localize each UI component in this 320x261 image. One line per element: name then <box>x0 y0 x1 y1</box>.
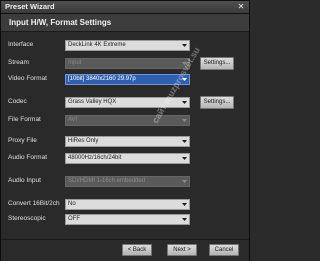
field-label: Audio Format <box>8 154 48 161</box>
window-title: Preset Wizard <box>5 2 55 11</box>
dropdown-value: [10bit] 3840x2160 29.97p <box>68 76 136 82</box>
form-row: Stream Input Settings... <box>1 57 249 71</box>
dropdown-field[interactable]: DeckLink 4K Extreme <box>65 40 190 51</box>
form-row: Codec Grass Valley HQX Settings... <box>1 96 249 110</box>
dropdown-value: No <box>68 201 76 207</box>
form-row: File Format AVI <box>1 114 249 128</box>
dropdown-field[interactable]: 48000Hz/16ch/24bit <box>65 153 190 164</box>
chevron-down-icon[interactable] <box>180 200 189 209</box>
chevron-down-icon[interactable] <box>180 116 189 125</box>
footer-bar: < Back Next > Cancel <box>1 239 249 261</box>
field-label: File Format <box>8 116 41 123</box>
field-label: Interface <box>8 41 34 48</box>
dropdown-value: HiRes Only <box>68 138 99 144</box>
dropdown-field[interactable]: HiRes Only <box>65 136 190 147</box>
next-button[interactable]: Next > <box>167 244 197 256</box>
form-row: Audio Format 48000Hz/16ch/24bit <box>1 152 249 166</box>
dropdown-field[interactable]: Grass Valley HQX <box>65 97 190 108</box>
dropdown-value: OFF <box>68 216 80 222</box>
section-header: Input H/W, Format Settings <box>1 14 249 32</box>
chevron-down-icon[interactable] <box>180 98 189 107</box>
field-label: Stream <box>8 59 29 66</box>
form-row: Convert 16Bit/2ch No <box>1 198 249 212</box>
dropdown-value: Grass Valley HQX <box>68 99 117 105</box>
form-row: Interface DeckLink 4K Extreme <box>1 39 249 53</box>
form-row: Audio Input SDI/HDMI 1-16ch embedded <box>1 175 249 189</box>
form-row: Proxy File HiRes Only <box>1 135 249 149</box>
form-row: Stereoscopic OFF <box>1 213 249 227</box>
cancel-button[interactable]: Cancel <box>209 244 239 256</box>
chevron-down-icon[interactable] <box>180 137 189 146</box>
chevron-down-icon[interactable] <box>180 75 189 84</box>
back-button[interactable]: < Back <box>122 244 152 256</box>
form-row: Video Format [10bit] 3840x2160 29.97p <box>1 73 249 87</box>
field-label: Codec <box>8 98 27 105</box>
settings-button[interactable]: Settings... <box>200 96 234 109</box>
settings-button[interactable]: Settings... <box>200 57 234 70</box>
field-label: Proxy File <box>8 137 37 144</box>
field-label: Convert 16Bit/2ch <box>8 200 60 207</box>
section-title: Input H/W, Format Settings <box>9 18 112 27</box>
field-label: Video Format <box>8 75 47 82</box>
dropdown-field[interactable]: OFF <box>65 214 190 225</box>
chevron-down-icon[interactable] <box>180 59 189 68</box>
dropdown-field[interactable]: Input <box>65 58 190 69</box>
field-label: Audio Input <box>8 177 41 184</box>
close-icon[interactable]: ✕ <box>236 2 246 11</box>
dropdown-field[interactable]: SDI/HDMI 1-16ch embedded <box>65 176 190 187</box>
chevron-down-icon[interactable] <box>180 41 189 50</box>
dropdown-value: 48000Hz/16ch/24bit <box>68 155 122 161</box>
chevron-down-icon[interactable] <box>180 215 189 224</box>
dropdown-value: SDI/HDMI 1-16ch embedded <box>68 178 146 184</box>
dropdown-value: DeckLink 4K Extreme <box>68 42 126 48</box>
dropdown-value: Input <box>68 60 82 66</box>
dropdown-field[interactable]: AVI <box>65 115 190 126</box>
preset-wizard-window: Preset Wizard ✕ Input H/W, Format Settin… <box>0 0 250 261</box>
dropdown-field[interactable]: No <box>65 199 190 210</box>
field-label: Stereoscopic <box>8 215 46 222</box>
dropdown-field[interactable]: [10bit] 3840x2160 29.97p <box>65 74 190 85</box>
dropdown-value: AVI <box>68 117 78 123</box>
chevron-down-icon[interactable] <box>180 177 189 186</box>
chevron-down-icon[interactable] <box>180 154 189 163</box>
title-bar[interactable]: Preset Wizard ✕ <box>1 1 249 14</box>
